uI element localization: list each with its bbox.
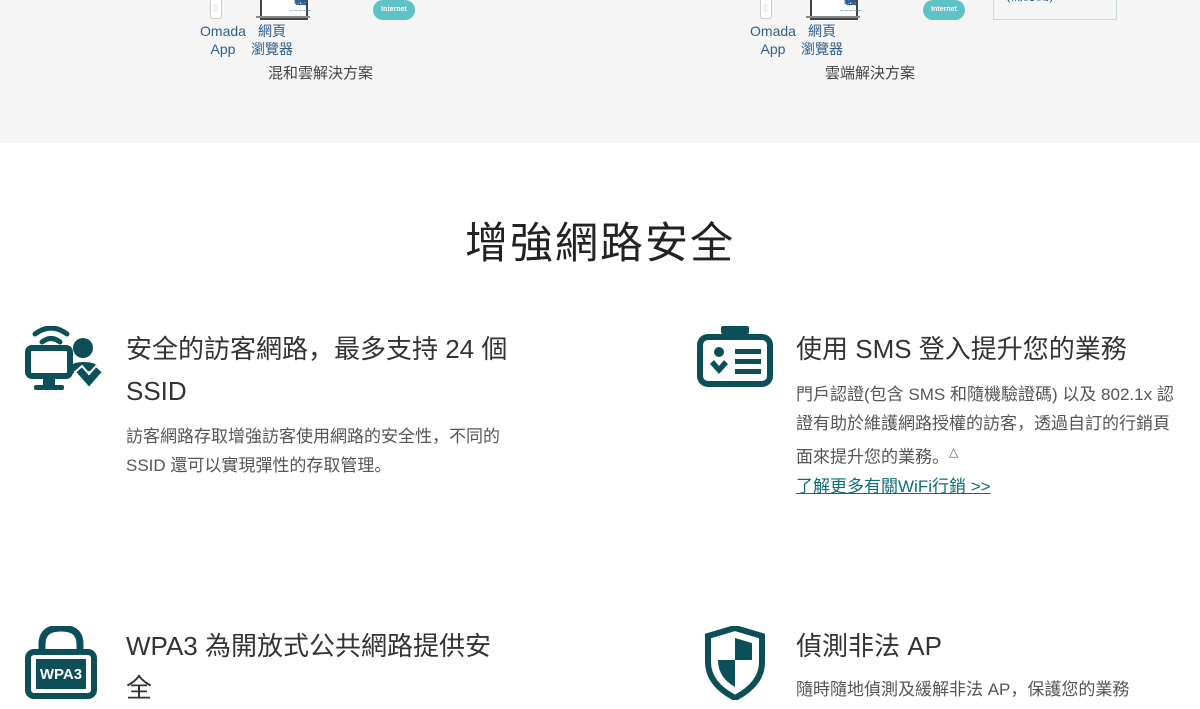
web-browser-label: 網頁 瀏覽器 (801, 23, 843, 57)
footnote-mark: △ (949, 445, 959, 459)
solutions-diagram-band: 雲端存取 Internet Omada App 網頁 瀏覽器 混和雲解決方案 雲… (0, 0, 1200, 143)
sms-portal-icon (697, 326, 773, 393)
guest-network-icon (25, 325, 105, 397)
feature-description: 門戶認證(包含 SMS 和隨機驗證碼) 以及 802.1x 認證有助於維護網路授… (796, 380, 1186, 501)
feature-title: 安全的訪客網路，最多支持 24 個 SSID (126, 334, 508, 406)
internet-badge: Internet (373, 0, 415, 20)
feature-title: 使用 SMS 登入提升您的業務 (796, 334, 1127, 364)
section-title: 增強網路安全 (465, 220, 735, 268)
wifi-marketing-link[interactable]: 了解更多有關WiFi行銷 >> (796, 477, 991, 496)
diagram-caption: 雲端解決方案 (825, 65, 916, 82)
phone-icon (760, 0, 772, 19)
cloud-access-label: 雲端存取 (840, 0, 862, 11)
subscription-note: (需訂閱) (993, 0, 1117, 20)
feature-rogue-ap: 偵測非法 AP 隨時隨地偵測及緩解非法 AP，保護您的業務 (796, 625, 1186, 704)
feature-title: 偵測非法 AP (796, 631, 942, 661)
web-browser-label: 網頁 瀏覽器 (251, 23, 293, 57)
feature-wpa3: WPA3 為開放式公共網路提供安全 (126, 625, 516, 709)
wpa3-badge-text: WPA3 (40, 666, 82, 683)
feature-description: 訪客網路存取增強訪客使用網路的安全性，不同的 SSID 還可以實現彈性的存取管理… (126, 427, 500, 475)
omada-app-label: Omada App (200, 23, 246, 57)
omada-app-label: Omada App (750, 23, 796, 57)
feature-sms-login: 使用 SMS 登入提升您的業務 門戶認證(包含 SMS 和隨機驗證碼) 以及 8… (796, 328, 1186, 501)
internet-badge: Internet (923, 0, 965, 20)
phone-icon (210, 0, 222, 19)
feature-guest-network: 安全的訪客網路，最多支持 24 個 SSID 訪客網路存取增強訪客使用網路的安全… (126, 328, 516, 480)
feature-description-text: 門戶認證(包含 SMS 和隨機驗證碼) 以及 802.1x 認證有助於維護網路授… (796, 385, 1174, 467)
wpa3-lock-icon: WPA3 (22, 624, 100, 705)
diagram-caption: 混和雲解決方案 (268, 65, 374, 82)
shield-icon (705, 624, 765, 705)
cloud-access-label: 雲端存取 (290, 0, 312, 11)
feature-title: WPA3 為開放式公共網路提供安全 (126, 631, 491, 703)
